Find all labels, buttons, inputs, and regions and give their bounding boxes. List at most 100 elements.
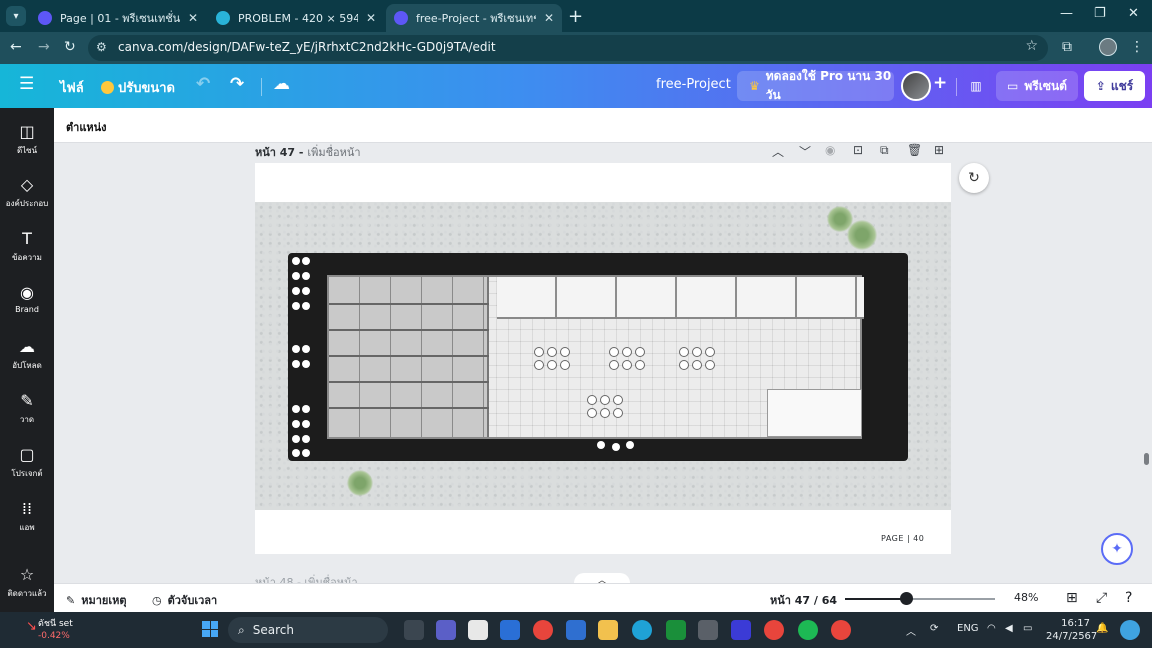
undo-icon[interactable]: ↶ (196, 74, 210, 94)
back-icon[interactable]: ← (10, 39, 22, 55)
tree-symbol (347, 470, 373, 496)
windows-start-icon[interactable] (202, 621, 218, 637)
user-avatar[interactable] (901, 71, 931, 101)
task-view-icon[interactable] (404, 620, 424, 640)
app-icon[interactable] (698, 620, 718, 640)
sidebar-item-design[interactable]: ◫ ดีไซน์ (0, 122, 54, 157)
xbox-icon[interactable] (666, 620, 686, 640)
position-button[interactable]: ตำแหน่ง (66, 118, 107, 136)
notes-label: หมายเหตุ (81, 594, 127, 607)
store-icon[interactable] (566, 620, 586, 640)
next-page-label[interactable]: หน้า 48 - เพิ่มชื่อหน้า (255, 573, 358, 583)
text-icon: T (22, 229, 32, 248)
move-down-icon[interactable]: ﹀ (799, 143, 811, 160)
app-icon[interactable] (731, 620, 751, 640)
lock-page-icon[interactable]: ⊡ (853, 143, 863, 157)
project-title[interactable]: free-Project (656, 77, 731, 92)
add-collaborator-icon[interactable]: + (933, 73, 947, 93)
bookmark-star-icon[interactable]: ☆ (1025, 38, 1038, 54)
add-page-icon[interactable]: ⊞ (934, 143, 944, 157)
sidebar-item-label: อัปโหลด (12, 361, 42, 370)
chrome-profile-icon[interactable] (764, 620, 784, 640)
page-count[interactable]: หน้า 47 / 64 (770, 591, 837, 609)
forward-icon[interactable]: → (38, 39, 50, 55)
sidebar-item-draw[interactable]: ✎ วาด (0, 391, 54, 426)
fullscreen-icon[interactable]: ⤢ (1096, 590, 1107, 606)
tray-overflow-icon[interactable]: ︿ (906, 623, 916, 638)
tab-close-icon[interactable]: ✕ (188, 11, 198, 25)
add-page-title[interactable]: เพิ่มชื่อหน้า (307, 146, 360, 159)
timer-button[interactable]: ◷ ตัวจับเวลา (152, 591, 217, 609)
resize-button[interactable]: ปรับขนาด (101, 77, 175, 98)
refresh-page-icon[interactable]: ↻ (959, 163, 989, 193)
hamburger-menu-icon[interactable]: ☰ (19, 74, 34, 94)
tab-search-button[interactable]: ▾ (6, 6, 26, 26)
tab-close-icon[interactable]: ✕ (366, 11, 376, 25)
notepad-icon[interactable] (500, 620, 520, 640)
notes-button[interactable]: ✎ หมายเหตุ (66, 591, 127, 609)
sync-icon[interactable]: ⟳ (930, 623, 938, 634)
zoom-slider[interactable] (845, 592, 995, 605)
chrome-icon[interactable] (831, 620, 851, 640)
teams-icon[interactable] (436, 620, 456, 640)
sidebar-item-label: ดีไซน์ (16, 146, 38, 155)
design-page[interactable]: PAGE | 40 (255, 163, 951, 554)
notification-bell-icon[interactable]: 🔔 (1096, 623, 1108, 634)
minimize-icon[interactable]: — (1060, 6, 1073, 21)
chrome-menu-icon[interactable]: ⋮ (1130, 39, 1144, 55)
collapse-pages-button[interactable]: ︿ (574, 573, 630, 583)
grid-view-icon[interactable]: ⊞ (1066, 590, 1078, 606)
sidebar-item-projects[interactable]: ▢ โปรเจกต์ (0, 445, 54, 480)
edge-icon[interactable] (632, 620, 652, 640)
sidebar-item-brand[interactable]: ◉ Brand (0, 283, 54, 314)
sidebar-item-starred[interactable]: ☆ ติดดาวแล้ว (0, 565, 54, 600)
browser-tab-3[interactable]: free-Project - พรีเซนเทชั่น ✕ (386, 4, 562, 32)
file-explorer-icon[interactable] (598, 620, 618, 640)
sidebar-item-elements[interactable]: ◇ องค์ประกอบ (0, 175, 54, 210)
volume-icon[interactable]: ◀ (1005, 623, 1013, 634)
profile-avatar[interactable] (1099, 38, 1117, 56)
delete-page-icon[interactable]: 🗑 (907, 143, 922, 157)
extensions-icon[interactable]: ⧉ (1062, 39, 1072, 55)
sidebar-item-apps[interactable]: ⁞⁞ แอพ (0, 499, 54, 534)
window-close-icon[interactable]: ✕ (1128, 6, 1139, 21)
tab-close-icon[interactable]: ✕ (544, 11, 554, 25)
sidebar-item-text[interactable]: T ข้อความ (0, 229, 54, 264)
copilot-icon[interactable] (1120, 620, 1140, 640)
spotify-icon[interactable] (798, 620, 818, 640)
zoom-level[interactable]: 48% (1014, 591, 1038, 604)
site-info-icon[interactable]: ⚙ (96, 40, 107, 54)
file-menu-button[interactable]: ไฟล์ (60, 77, 84, 98)
insights-chart-icon[interactable]: ▥ (963, 71, 989, 101)
address-bar[interactable]: ⚙ canva.com/design/DAFw-teZ_yE/jRrhxtC2n… (88, 35, 1048, 61)
battery-icon[interactable]: ▭ (1023, 623, 1032, 634)
magic-assistant-icon[interactable]: ✦ (1101, 533, 1133, 565)
new-tab-button[interactable]: + (568, 6, 583, 27)
hide-page-icon[interactable]: ◉ (825, 143, 835, 157)
taskbar-search[interactable]: ⌕ Search (228, 617, 388, 643)
duplicate-page-icon[interactable]: ⧉ (880, 143, 889, 158)
resize-label: ปรับขนาด (118, 81, 176, 96)
help-icon[interactable]: ? (1125, 590, 1132, 606)
system-clock[interactable]: 16:17 24/7/2567 (1046, 617, 1097, 643)
vertical-scrollbar-thumb[interactable] (1144, 453, 1149, 465)
stock-widget[interactable]: ↘ ดัชนี set -0.42% (26, 618, 73, 642)
present-button[interactable]: ▭ พรีเซนต์ (996, 71, 1078, 101)
zoom-slider-handle[interactable] (900, 592, 913, 605)
sidebar-item-uploads[interactable]: ☁ อัปโหลด (0, 337, 54, 372)
notion-icon[interactable] (468, 620, 488, 640)
sidebar-item-label: ติดดาวแล้ว (7, 589, 47, 598)
chrome-icon[interactable] (533, 620, 553, 640)
browser-tab-1[interactable]: Page | 01 - พรีเซนเทชั่น ✕ (30, 4, 206, 32)
share-button[interactable]: ⇪ แชร์ (1084, 71, 1145, 101)
redo-icon[interactable]: ↷ (230, 74, 244, 94)
browser-tab-2[interactable]: PROBLEM - 420 × 594มม. ✕ (208, 4, 384, 32)
cloud-saved-icon[interactable]: ☁ (273, 74, 290, 94)
reload-icon[interactable]: ↻ (64, 39, 76, 55)
move-up-icon[interactable]: ︿ (772, 143, 784, 160)
page-title-label[interactable]: หน้า 47 - เพิ่มชื่อหน้า (255, 143, 361, 161)
wifi-icon[interactable]: ◠ (987, 623, 996, 634)
restore-icon[interactable]: ❐ (1094, 6, 1106, 21)
language-indicator[interactable]: ENG (957, 623, 979, 634)
pro-trial-button[interactable]: ♛ ทดลองใช้ Pro นาน 30 วัน (737, 69, 894, 102)
